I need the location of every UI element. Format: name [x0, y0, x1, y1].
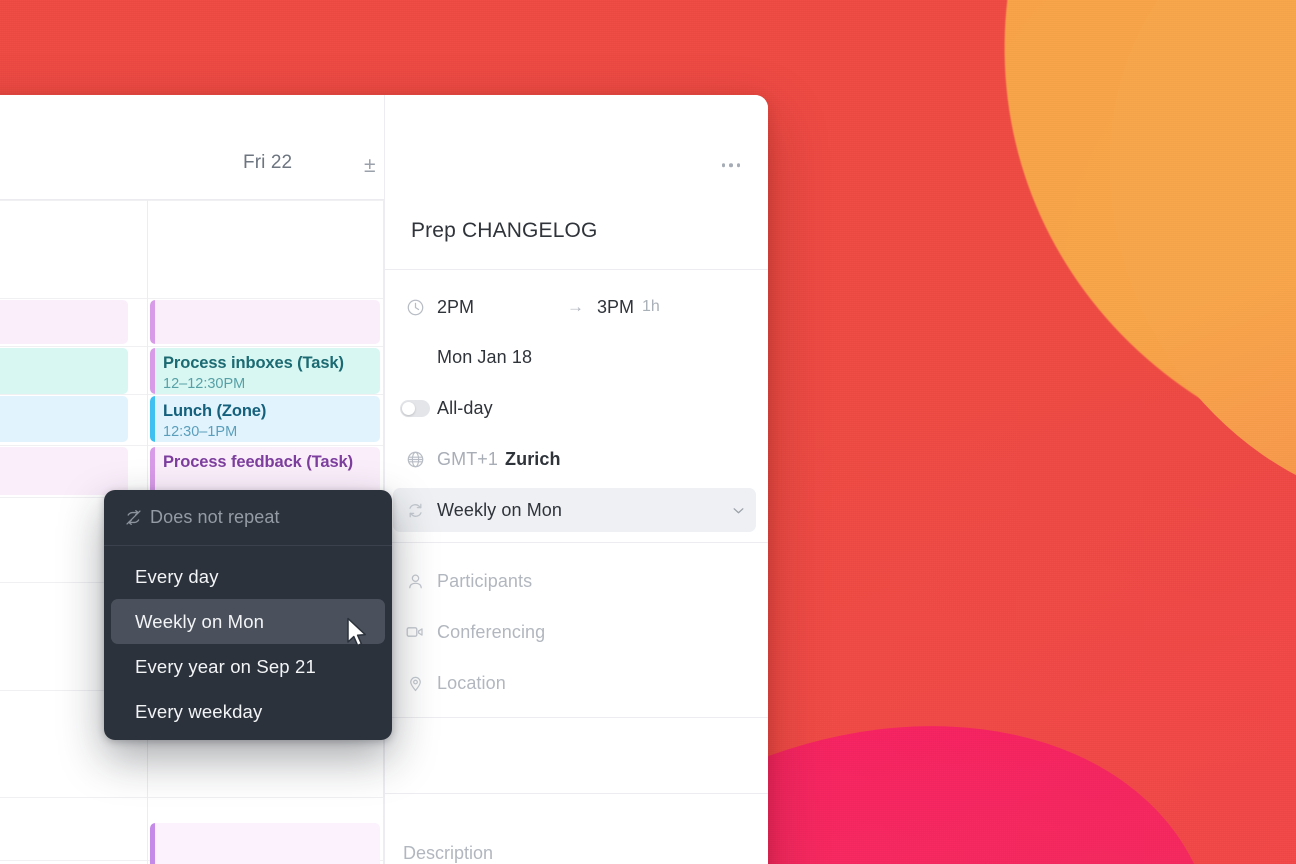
participants-label: Participants — [437, 570, 533, 591]
event-time: 12:30–1PM — [163, 424, 238, 441]
calendar-event-block[interactable]: Process inboxes (Task) 12–12:30PM — [150, 348, 380, 394]
all-day-row[interactable]: All-day — [393, 386, 756, 430]
dropdown-header-does-not-repeat[interactable]: Does not repeat — [104, 490, 392, 545]
chevron-down-icon[interactable] — [731, 503, 746, 518]
recurrence-dropdown-menu[interactable]: Does not repeat Every day Weekly on Mon … — [104, 490, 392, 740]
dropdown-option-every-weekday[interactable]: Every weekday — [111, 689, 385, 734]
event-date[interactable]: Mon Jan 18 — [437, 347, 532, 368]
event-color-bar — [150, 823, 155, 864]
event-title: Lunch (Zone) — [163, 402, 267, 420]
grid-hour-line — [0, 346, 384, 347]
clock-icon — [393, 298, 437, 317]
event-start-time[interactable]: 2PM — [437, 297, 474, 318]
event-end-time[interactable]: 3PM — [597, 297, 634, 318]
event-title: one) — [0, 401, 120, 422]
calendar-event-block[interactable]: Lunch (Zone) 12:30–1PM — [150, 396, 380, 442]
timezone-offset: GMT+1 — [437, 448, 499, 469]
conferencing-label: Conferencing — [437, 621, 546, 642]
event-time: PM — [0, 375, 120, 394]
recurrence-value[interactable]: Weekly on Mon — [437, 500, 562, 521]
grid-hour-line — [0, 200, 384, 201]
calendar-event-block[interactable]: eedback — [0, 447, 128, 495]
conferencing-row[interactable]: Conferencing — [393, 610, 756, 654]
grid-hour-line — [0, 445, 384, 446]
dropdown-option-every-day[interactable]: Every day — [111, 554, 385, 599]
panel-top-bar — [385, 95, 768, 187]
dropdown-option-every-year-on-sep-21[interactable]: Every year on Sep 21 — [111, 644, 385, 689]
panel-divider — [385, 269, 768, 270]
dot — [736, 163, 740, 167]
timezone-city[interactable]: Zurich — [505, 449, 561, 470]
all-day-toggle-wrap — [393, 399, 437, 417]
event-title: Process feedback (Task) — [163, 453, 353, 471]
event-time: 12–12:30PM — [163, 376, 246, 393]
all-day-toggle[interactable] — [400, 399, 430, 417]
event-title-field[interactable]: Prep CHANGELOG — [411, 219, 598, 243]
event-duration: 1h — [642, 298, 660, 315]
calendar-event-block[interactable] — [150, 823, 380, 864]
grid-hour-line — [0, 394, 384, 395]
all-day-label: All-day — [437, 397, 493, 418]
event-title: Process inboxes (Task) — [163, 354, 344, 372]
location-pin-icon — [393, 674, 437, 693]
timezone-row[interactable]: GMT+1 Zurich — [393, 437, 756, 481]
more-options-icon[interactable] — [716, 157, 747, 173]
grid-hour-line — [0, 298, 384, 299]
panel-divider — [385, 542, 768, 543]
calendar-event-block[interactable] — [0, 300, 128, 344]
globe-icon — [393, 450, 437, 469]
grid-hour-line — [0, 797, 384, 798]
calendar-grid: Thu 21 Fri 22 ± — [0, 95, 384, 864]
event-color-bar — [150, 300, 155, 344]
participants-row[interactable]: Participants — [393, 559, 756, 603]
description-field[interactable]: Description — [403, 843, 493, 864]
person-icon — [393, 572, 437, 591]
event-title: nboxes (Task) — [0, 353, 120, 374]
calendar-event-block[interactable]: one) M — [0, 396, 128, 442]
calendar-app-window: Thu 21 Fri 22 ± — [0, 95, 768, 864]
event-color-bar — [150, 396, 155, 442]
recurrence-row[interactable]: Weekly on Mon — [393, 488, 756, 532]
dropdown-option-list: Every day Weekly on Mon Every year on Se… — [104, 546, 392, 734]
panel-divider — [385, 793, 768, 794]
plus-minus-icon[interactable]: ± — [364, 155, 376, 176]
event-title: eedback — [0, 452, 120, 473]
event-color-bar — [150, 348, 155, 394]
event-time-row[interactable]: 2PM → 3PM 1h — [393, 285, 756, 329]
calendar-event-block[interactable]: Process feedback (Task) — [150, 447, 380, 495]
panel-divider — [385, 717, 768, 718]
dropdown-header-label: Does not repeat — [150, 507, 280, 527]
event-time: M — [0, 423, 120, 442]
event-detail-panel: Prep CHANGELOG 2PM → 3PM 1h Mon Jan 18 A… — [384, 95, 768, 864]
calendar-event-block[interactable] — [150, 300, 380, 344]
day-header-fri[interactable]: Fri 22 — [243, 152, 292, 174]
calendar-day-header: Thu 21 Fri 22 ± — [0, 95, 384, 200]
repeat-off-icon — [116, 508, 150, 527]
dot — [721, 163, 725, 167]
event-date-row[interactable]: Mon Jan 18 — [393, 335, 756, 379]
event-color-bar — [150, 447, 155, 495]
location-label: Location — [437, 672, 506, 693]
desktop-background: Thu 21 Fri 22 ± — [0, 0, 1296, 864]
time-arrow-icon: → — [567, 297, 585, 316]
calendar-event-block[interactable]: nboxes (Task) PM — [0, 348, 128, 394]
dropdown-option-weekly-on-mon[interactable]: Weekly on Mon — [111, 599, 385, 644]
repeat-icon — [393, 501, 437, 520]
dot — [729, 163, 733, 167]
location-row[interactable]: Location — [393, 661, 756, 705]
video-camera-icon — [393, 622, 437, 642]
